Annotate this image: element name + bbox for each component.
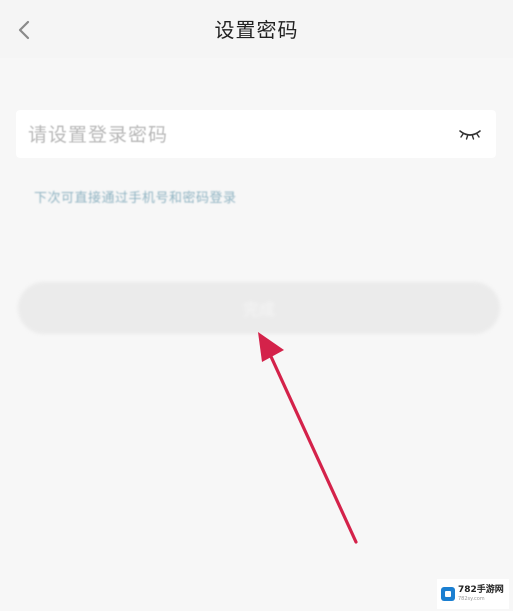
submit-button[interactable]: 完成	[18, 282, 500, 334]
page-title: 设置密码	[214, 18, 299, 42]
password-input[interactable]	[26, 116, 440, 154]
watermark-logo-icon	[441, 587, 455, 601]
watermark-logo: 782手游网 782sy.com	[437, 579, 509, 609]
watermark-title: 782手游网	[458, 585, 504, 595]
password-visibility-toggle[interactable]	[456, 122, 484, 146]
password-field-row	[16, 110, 496, 158]
header-bar: 设置密码	[0, 0, 513, 58]
login-hint-text: 下次可直接通过手机号和密码登录	[34, 191, 237, 206]
watermark-subtitle: 782sy.com	[458, 596, 485, 602]
eye-closed-icon	[459, 130, 481, 140]
